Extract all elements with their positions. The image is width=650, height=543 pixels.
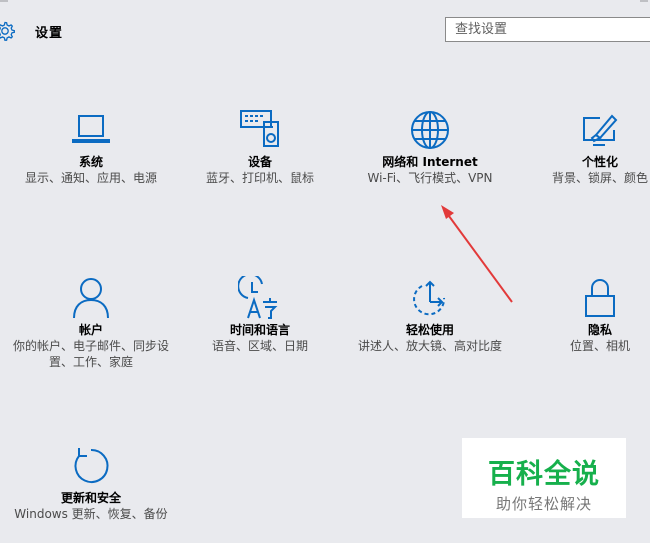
tile-description: 语音、区域、日期 bbox=[211, 339, 308, 353]
tile-name: 设备 bbox=[247, 155, 272, 169]
tile-privacy[interactable]: 隐私 位置、相机 bbox=[520, 276, 650, 354]
person-icon bbox=[73, 278, 109, 319]
tile-description: Windows 更新、恢复、备份 bbox=[14, 507, 168, 521]
tile-time-language[interactable]: 时间和语言 语音、区域、日期 bbox=[180, 276, 340, 354]
globe-icon bbox=[411, 111, 449, 149]
tile-accounts[interactable]: 帐户 你的帐户、电子邮件、同步设置、工作、家庭 bbox=[11, 276, 171, 370]
tile-name: 更新和安全 bbox=[60, 491, 121, 505]
tile-name: 时间和语言 bbox=[229, 323, 290, 337]
watermark-logo: 百科全说 助你轻松解决 bbox=[462, 438, 626, 518]
watermark-title: 百科全说 bbox=[488, 459, 600, 490]
tile-description: 讲述人、放大镜、高对比度 bbox=[357, 339, 502, 353]
tile-description: 蓝牙、打印机、鼠标 bbox=[205, 171, 314, 185]
tile-name: 系统 bbox=[78, 155, 103, 169]
keyboard-speaker-icon bbox=[240, 110, 279, 147]
tile-name: 网络和 Internet bbox=[382, 155, 478, 169]
tile-name: 隐私 bbox=[587, 323, 612, 337]
tile-description: Wi-Fi、飞行模式、VPN bbox=[367, 171, 493, 185]
ease-of-access-icon bbox=[413, 280, 446, 316]
refresh-icon bbox=[74, 448, 109, 483]
tile-description: 显示、通知、应用、电源 bbox=[24, 171, 157, 185]
tile-update-security[interactable]: 更新和安全 Windows 更新、恢复、备份 bbox=[11, 444, 171, 522]
window-edge-mark bbox=[0, 0, 8, 2]
tile-description: 位置、相机 bbox=[569, 339, 630, 353]
laptop-icon bbox=[72, 115, 110, 143]
clock-language-icon bbox=[238, 276, 278, 319]
tile-network[interactable]: 网络和 Internet Wi-Fi、飞行模式、VPN bbox=[350, 108, 510, 186]
tile-name: 个性化 bbox=[581, 155, 618, 169]
tile-ease-of-access[interactable]: 轻松使用 讲述人、放大镜、高对比度 bbox=[350, 276, 510, 354]
search-input[interactable] bbox=[445, 17, 650, 42]
window-edge-mark bbox=[640, 0, 648, 2]
gear-icon bbox=[0, 21, 15, 41]
tile-devices[interactable]: 设备 蓝牙、打印机、鼠标 bbox=[180, 108, 340, 186]
tile-name: 帐户 bbox=[78, 323, 103, 337]
paintbrush-monitor-icon bbox=[583, 114, 618, 146]
tile-description: 你的帐户、电子邮件、同步设置、工作、家庭 bbox=[12, 339, 169, 369]
window-top-edge bbox=[0, 0, 650, 4]
tile-personalization[interactable]: 个性化 背景、锁屏、颜色 bbox=[520, 108, 650, 186]
page-title: 设置 bbox=[35, 26, 64, 41]
watermark-subtitle: 助你轻松解决 bbox=[495, 495, 592, 513]
tile-name: 轻松使用 bbox=[405, 323, 454, 337]
tile-system[interactable]: 系统 显示、通知、应用、电源 bbox=[11, 108, 171, 186]
tile-description: 背景、锁屏、颜色 bbox=[551, 171, 648, 185]
lock-icon bbox=[585, 279, 615, 317]
